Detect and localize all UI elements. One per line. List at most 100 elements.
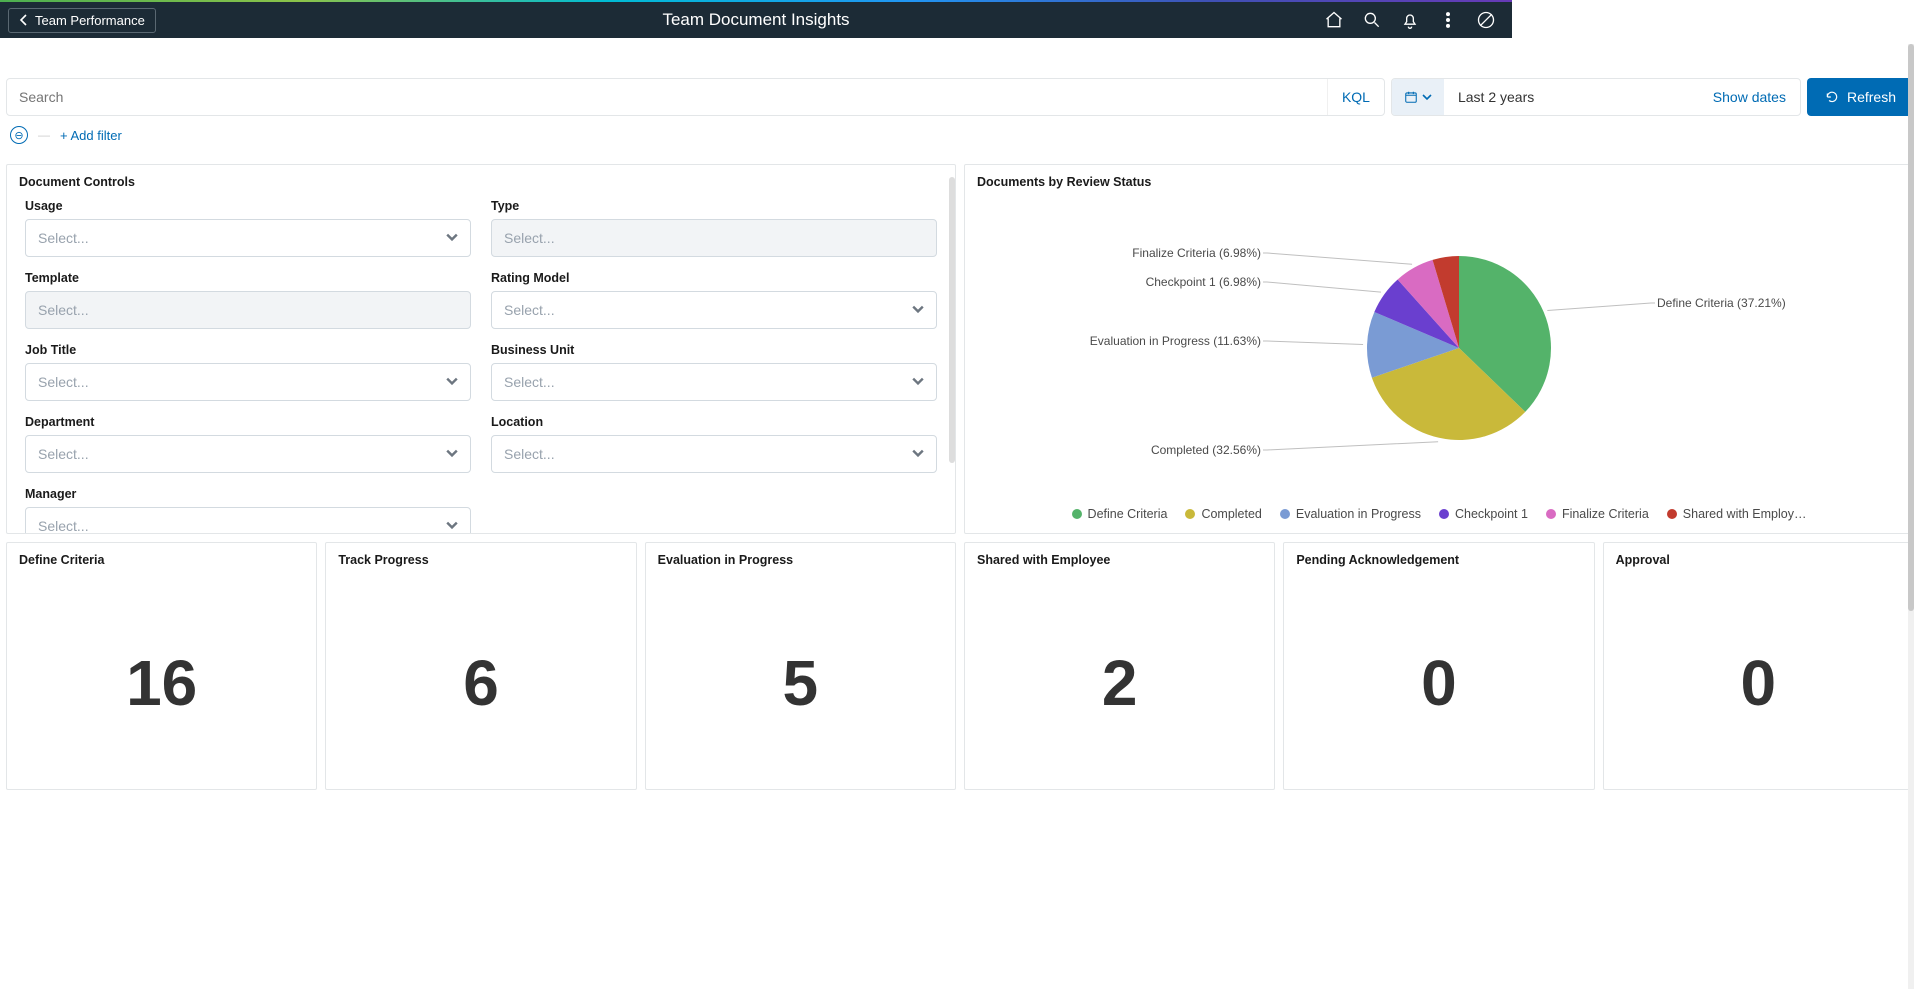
document-controls-panel: Document Controls Usage Select... Type Sele… xyxy=(6,164,956,534)
chevron-down-icon xyxy=(912,446,924,462)
metric-card-value: 0 xyxy=(1604,577,1913,789)
pie-chart: Define Criteria (37.21%)Completed (32.56… xyxy=(965,195,1913,501)
control-placeholder: Select... xyxy=(38,230,89,246)
metric-card: Shared with Employee2 xyxy=(964,542,1275,790)
chevron-down-icon xyxy=(912,302,924,318)
chevron-down-icon xyxy=(912,374,924,390)
control-label: Business Unit xyxy=(491,343,937,357)
control-placeholder: Select... xyxy=(504,446,555,462)
metric-cards-row: Define Criteria16Track Progress6Evaluati… xyxy=(6,542,1914,790)
chevron-down-icon xyxy=(446,230,458,246)
metric-card: Track Progress6 xyxy=(325,542,636,790)
control-select[interactable]: Select... xyxy=(25,507,471,533)
control-label: Manager xyxy=(25,487,471,501)
legend-item[interactable]: Define Criteria xyxy=(1072,507,1168,521)
control-placeholder: Select... xyxy=(38,446,89,462)
page-scrollbar[interactable] xyxy=(1908,44,1914,989)
calendar-icon xyxy=(1404,90,1418,104)
metric-card-title: Shared with Employee xyxy=(965,543,1274,577)
legend-label: Checkpoint 1 xyxy=(1455,507,1528,521)
panel-title: Documents by Review Status xyxy=(965,165,1913,195)
review-status-chart-panel: Documents by Review Status Define Criter… xyxy=(964,164,1914,534)
metric-card-title: Pending Acknowledgement xyxy=(1284,543,1593,577)
control-label: Rating Model xyxy=(491,271,937,285)
pie-slice-label: Define Criteria (37.21%) xyxy=(1657,296,1786,310)
compass-icon[interactable] xyxy=(1476,10,1496,30)
control-select[interactable]: Select... xyxy=(491,291,937,329)
legend-dot xyxy=(1185,509,1195,519)
pie-slice-label: Evaluation in Progress (11.63%) xyxy=(1090,334,1261,348)
pie-leader-line xyxy=(1263,282,1381,292)
kql-toggle[interactable]: KQL xyxy=(1327,79,1384,115)
metric-card: Evaluation in Progress5 xyxy=(645,542,956,790)
home-icon[interactable] xyxy=(1324,10,1344,30)
legend-item[interactable]: Shared with Employ… xyxy=(1667,507,1807,521)
control-select[interactable]: Select... xyxy=(25,363,471,401)
search-box: KQL xyxy=(6,78,1385,116)
legend-dot xyxy=(1072,509,1082,519)
show-dates-link[interactable]: Show dates xyxy=(1699,89,1800,105)
filter-settings-icon[interactable]: ⊖ xyxy=(10,126,28,144)
control-group: Usage Select... xyxy=(25,199,471,257)
control-placeholder: Select... xyxy=(38,374,89,390)
control-group: Job Title Select... xyxy=(25,343,471,401)
control-label: Usage xyxy=(25,199,471,213)
control-group: Rating Model Select... xyxy=(491,271,937,329)
control-select[interactable]: Select... xyxy=(25,435,471,473)
search-input[interactable] xyxy=(7,79,1327,115)
legend-item[interactable]: Finalize Criteria xyxy=(1546,507,1649,521)
controls-body: Usage Select... Type Select... Template Selec… xyxy=(7,195,955,533)
add-filter-link[interactable]: + Add filter xyxy=(60,128,122,143)
legend-dot xyxy=(1280,509,1290,519)
control-placeholder: Select... xyxy=(504,374,555,390)
pie-leader-line xyxy=(1263,442,1438,450)
control-select[interactable]: Select... xyxy=(491,363,937,401)
control-placeholder: Select... xyxy=(504,230,555,246)
control-label: Type xyxy=(491,199,937,213)
control-group: Department Select... xyxy=(25,415,471,473)
legend-item[interactable]: Completed xyxy=(1185,507,1261,521)
back-button[interactable]: Team Performance xyxy=(8,8,156,33)
control-select: Select... xyxy=(491,219,937,257)
legend-dot xyxy=(1546,509,1556,519)
pie-leader-line xyxy=(1263,341,1363,344)
legend-label: Evaluation in Progress xyxy=(1296,507,1421,521)
metric-card: Approval0 xyxy=(1603,542,1914,790)
control-group: Manager Select... xyxy=(25,487,471,533)
control-select[interactable]: Select... xyxy=(25,219,471,257)
control-group: Location Select... xyxy=(491,415,937,473)
metric-card: Pending Acknowledgement0 xyxy=(1283,542,1594,790)
metric-card-value: 5 xyxy=(646,577,955,789)
filter-divider: — xyxy=(38,128,50,142)
control-label: Department xyxy=(25,415,471,429)
legend-item[interactable]: Checkpoint 1 xyxy=(1439,507,1528,521)
page-scrollbar-thumb[interactable] xyxy=(1908,44,1914,611)
control-group: Type Select... xyxy=(491,199,937,257)
control-label: Job Title xyxy=(25,343,471,357)
search-icon[interactable] xyxy=(1362,10,1382,30)
metric-card-title: Approval xyxy=(1604,543,1913,577)
legend-label: Finalize Criteria xyxy=(1562,507,1649,521)
kebab-menu-icon[interactable] xyxy=(1438,10,1458,30)
control-select[interactable]: Select... xyxy=(491,435,937,473)
pie-leader-line xyxy=(1263,253,1412,264)
metric-card-value: 0 xyxy=(1284,577,1593,789)
legend-dot xyxy=(1439,509,1449,519)
date-range-text[interactable]: Last 2 years xyxy=(1444,89,1699,105)
chevron-down-icon xyxy=(446,518,458,533)
date-calendar-button[interactable] xyxy=(1392,79,1444,115)
metric-card-title: Define Criteria xyxy=(7,543,316,577)
control-label: Template xyxy=(25,271,471,285)
chevron-left-icon xyxy=(19,14,29,26)
metric-card-title: Evaluation in Progress xyxy=(646,543,955,577)
control-placeholder: Select... xyxy=(38,518,89,533)
legend-item[interactable]: Evaluation in Progress xyxy=(1280,507,1421,521)
panel-title: Document Controls xyxy=(7,165,955,195)
date-range-picker: Last 2 years Show dates xyxy=(1391,78,1801,116)
panel-scrollbar[interactable] xyxy=(949,177,955,463)
control-label: Location xyxy=(491,415,937,429)
header-icon-group xyxy=(1324,10,1512,30)
bell-icon[interactable] xyxy=(1400,10,1420,30)
pie-slice-label: Checkpoint 1 (6.98%) xyxy=(1146,275,1261,289)
refresh-button[interactable]: Refresh xyxy=(1807,78,1914,116)
